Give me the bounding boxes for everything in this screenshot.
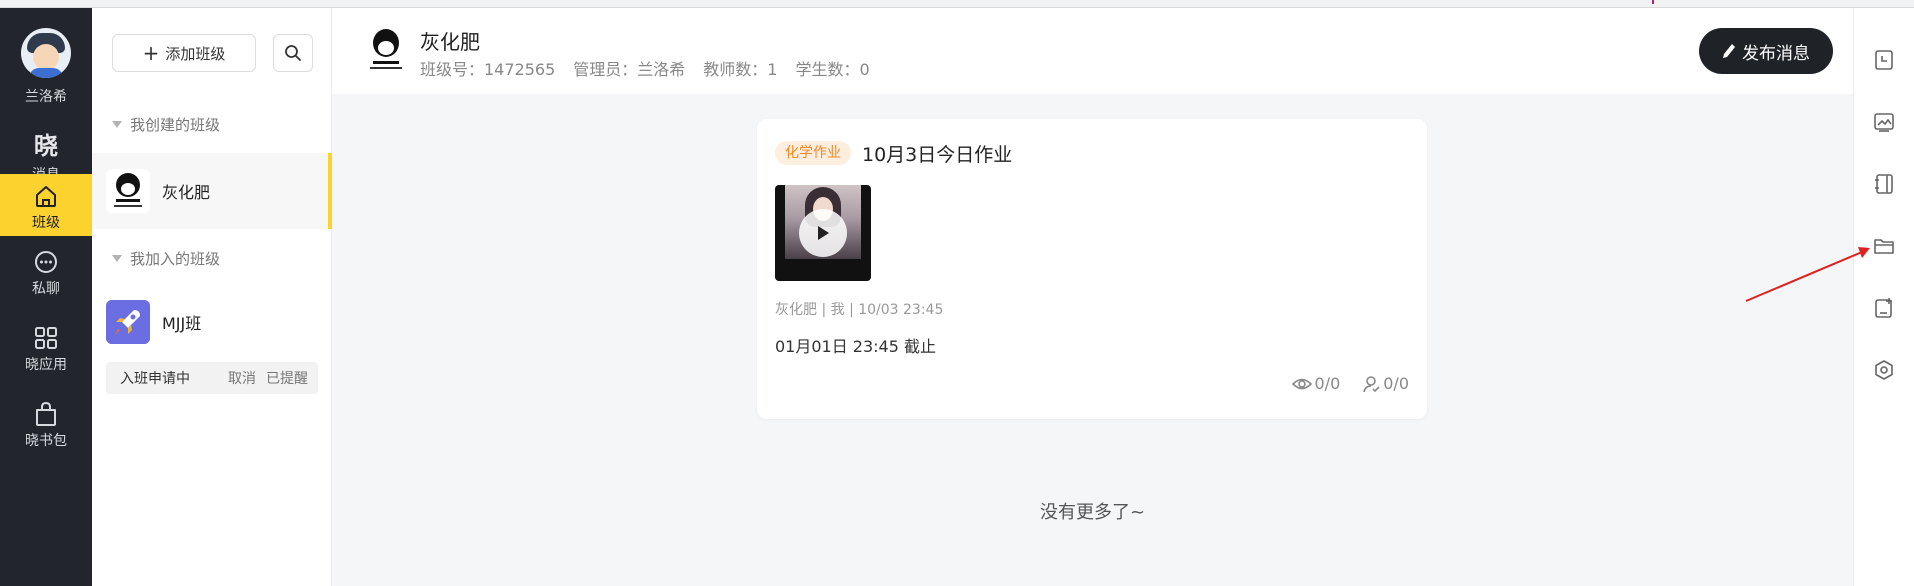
- chat-bubble-icon: [35, 251, 57, 273]
- left-nav: 兰洛希 晓 消息 班级 私聊 晓应用 晓书包: [0, 8, 92, 586]
- post-meta: 灰化肥 | 我 | 10/03 23:45: [775, 302, 944, 318]
- join-request-bar: 入班申请中 取消 已提醒: [106, 362, 318, 394]
- class-header-avatar: [366, 26, 406, 74]
- notebook-icon: [1875, 174, 1893, 194]
- class-avatar: [106, 300, 150, 344]
- no-more-text: 没有更多了~: [1039, 502, 1146, 523]
- folder-icon: [1874, 239, 1894, 254]
- student-count: 学生数：0: [795, 60, 870, 79]
- home-icon: [36, 186, 56, 207]
- settings-hex-icon: [1875, 360, 1893, 380]
- class-list-panel: + 添加班级 我创建的班级 灰化肥 我加入的班级 MJJ班 入班申请中 取消 已…: [92, 8, 332, 586]
- post-title: 10月3日今日作业: [862, 144, 1013, 166]
- browser-top-strip: [0, 0, 1914, 8]
- add-class-button[interactable]: + 添加班级: [112, 34, 256, 72]
- post-stats: 0/0 0/0: [1291, 374, 1409, 393]
- nav-item-apps[interactable]: 晓应用: [0, 316, 92, 378]
- collapse-triangle-icon: [112, 255, 122, 262]
- bag-icon: [36, 401, 56, 426]
- join-request-status: 入班申请中: [120, 371, 190, 387]
- files-button[interactable]: [1870, 232, 1898, 260]
- rocket-icon: [106, 300, 150, 344]
- nav-item-private-chat[interactable]: 私聊: [0, 240, 92, 302]
- nav-label: 班级: [32, 215, 60, 231]
- views-count: 0/0: [1314, 374, 1341, 393]
- user-name: 兰洛希: [25, 89, 67, 105]
- pencil-icon: [1723, 44, 1735, 58]
- add-doc-icon: [1875, 298, 1892, 318]
- settings-button[interactable]: [1870, 356, 1898, 384]
- completions-count: 0/0: [1383, 374, 1409, 393]
- eye-icon: [1291, 378, 1312, 389]
- strip-marker: [1652, 0, 1654, 4]
- class-item-mjj[interactable]: MJJ班: [92, 284, 332, 360]
- cancel-request-link[interactable]: 取消: [228, 368, 256, 388]
- nav-user[interactable]: 兰洛希: [0, 28, 92, 106]
- history-button[interactable]: [1870, 46, 1898, 74]
- nav-label: 私聊: [32, 281, 60, 297]
- add-doc-button[interactable]: [1870, 294, 1898, 322]
- class-name: 灰化肥: [162, 183, 211, 202]
- post-deadline: 01月01日 23:45 截止: [775, 337, 937, 356]
- reminded-label: 已提醒: [266, 371, 308, 387]
- add-class-label: 添加班级: [165, 44, 226, 63]
- notebook-button[interactable]: [1870, 170, 1898, 198]
- plus-icon: +: [142, 41, 160, 65]
- section-label: 我创建的班级: [130, 116, 221, 134]
- publish-label: 发布消息: [1742, 43, 1810, 64]
- created-classes-section[interactable]: 我创建的班级: [112, 114, 220, 135]
- person-check-icon: [1363, 375, 1380, 392]
- search-icon: [285, 45, 301, 61]
- publish-message-button[interactable]: 发布消息: [1699, 28, 1833, 74]
- homework-post-card[interactable]: 化学作业 10月3日今日作业 灰化肥 | 我 | 10/03 23:45 01月…: [757, 119, 1427, 419]
- class-header: 灰化肥 班级号：1472565 管理员：兰洛希 教师数：1 学生数：0 发布消息: [332, 8, 1853, 94]
- class-name: MJJ班: [162, 314, 202, 333]
- clock-doc-icon: [1875, 50, 1893, 70]
- teacher-count: 教师数：1: [703, 60, 778, 79]
- class-admin: 管理员：兰洛希: [573, 60, 686, 79]
- completions-stat[interactable]: 0/0: [1362, 374, 1409, 393]
- main-content: 灰化肥 班级号：1472565 管理员：兰洛希 教师数：1 学生数：0 发布消息…: [332, 8, 1853, 586]
- album-button[interactable]: [1870, 108, 1898, 136]
- class-avatar: [106, 169, 150, 213]
- nav-item-class[interactable]: 班级: [0, 174, 92, 236]
- views-stat[interactable]: 0/0: [1291, 374, 1341, 393]
- video-thumbnail[interactable]: [775, 185, 871, 281]
- image-icon: [1874, 113, 1894, 132]
- nav-item-schoolbag[interactable]: 晓书包: [0, 392, 92, 454]
- nav-label: 晓应用: [25, 357, 67, 373]
- nav-label: 晓书包: [25, 433, 67, 449]
- class-id: 班级号：1472565: [420, 60, 556, 79]
- class-item-huihuafei[interactable]: 灰化肥: [92, 153, 332, 229]
- collapse-triangle-icon: [112, 121, 122, 128]
- search-button[interactable]: [273, 34, 313, 72]
- class-meta: 班级号：1472565 管理员：兰洛希 教师数：1 学生数：0: [420, 56, 870, 80]
- right-toolbar: [1853, 8, 1914, 586]
- user-avatar[interactable]: [21, 28, 71, 78]
- grid-apps-icon: [35, 327, 57, 349]
- class-title: 灰化肥: [420, 30, 480, 54]
- section-label: 我加入的班级: [130, 250, 221, 268]
- xiao-logo-icon: 晓: [34, 132, 58, 160]
- play-icon[interactable]: [799, 209, 847, 257]
- subject-tag: 化学作业: [775, 141, 851, 165]
- joined-classes-section[interactable]: 我加入的班级: [112, 248, 220, 269]
